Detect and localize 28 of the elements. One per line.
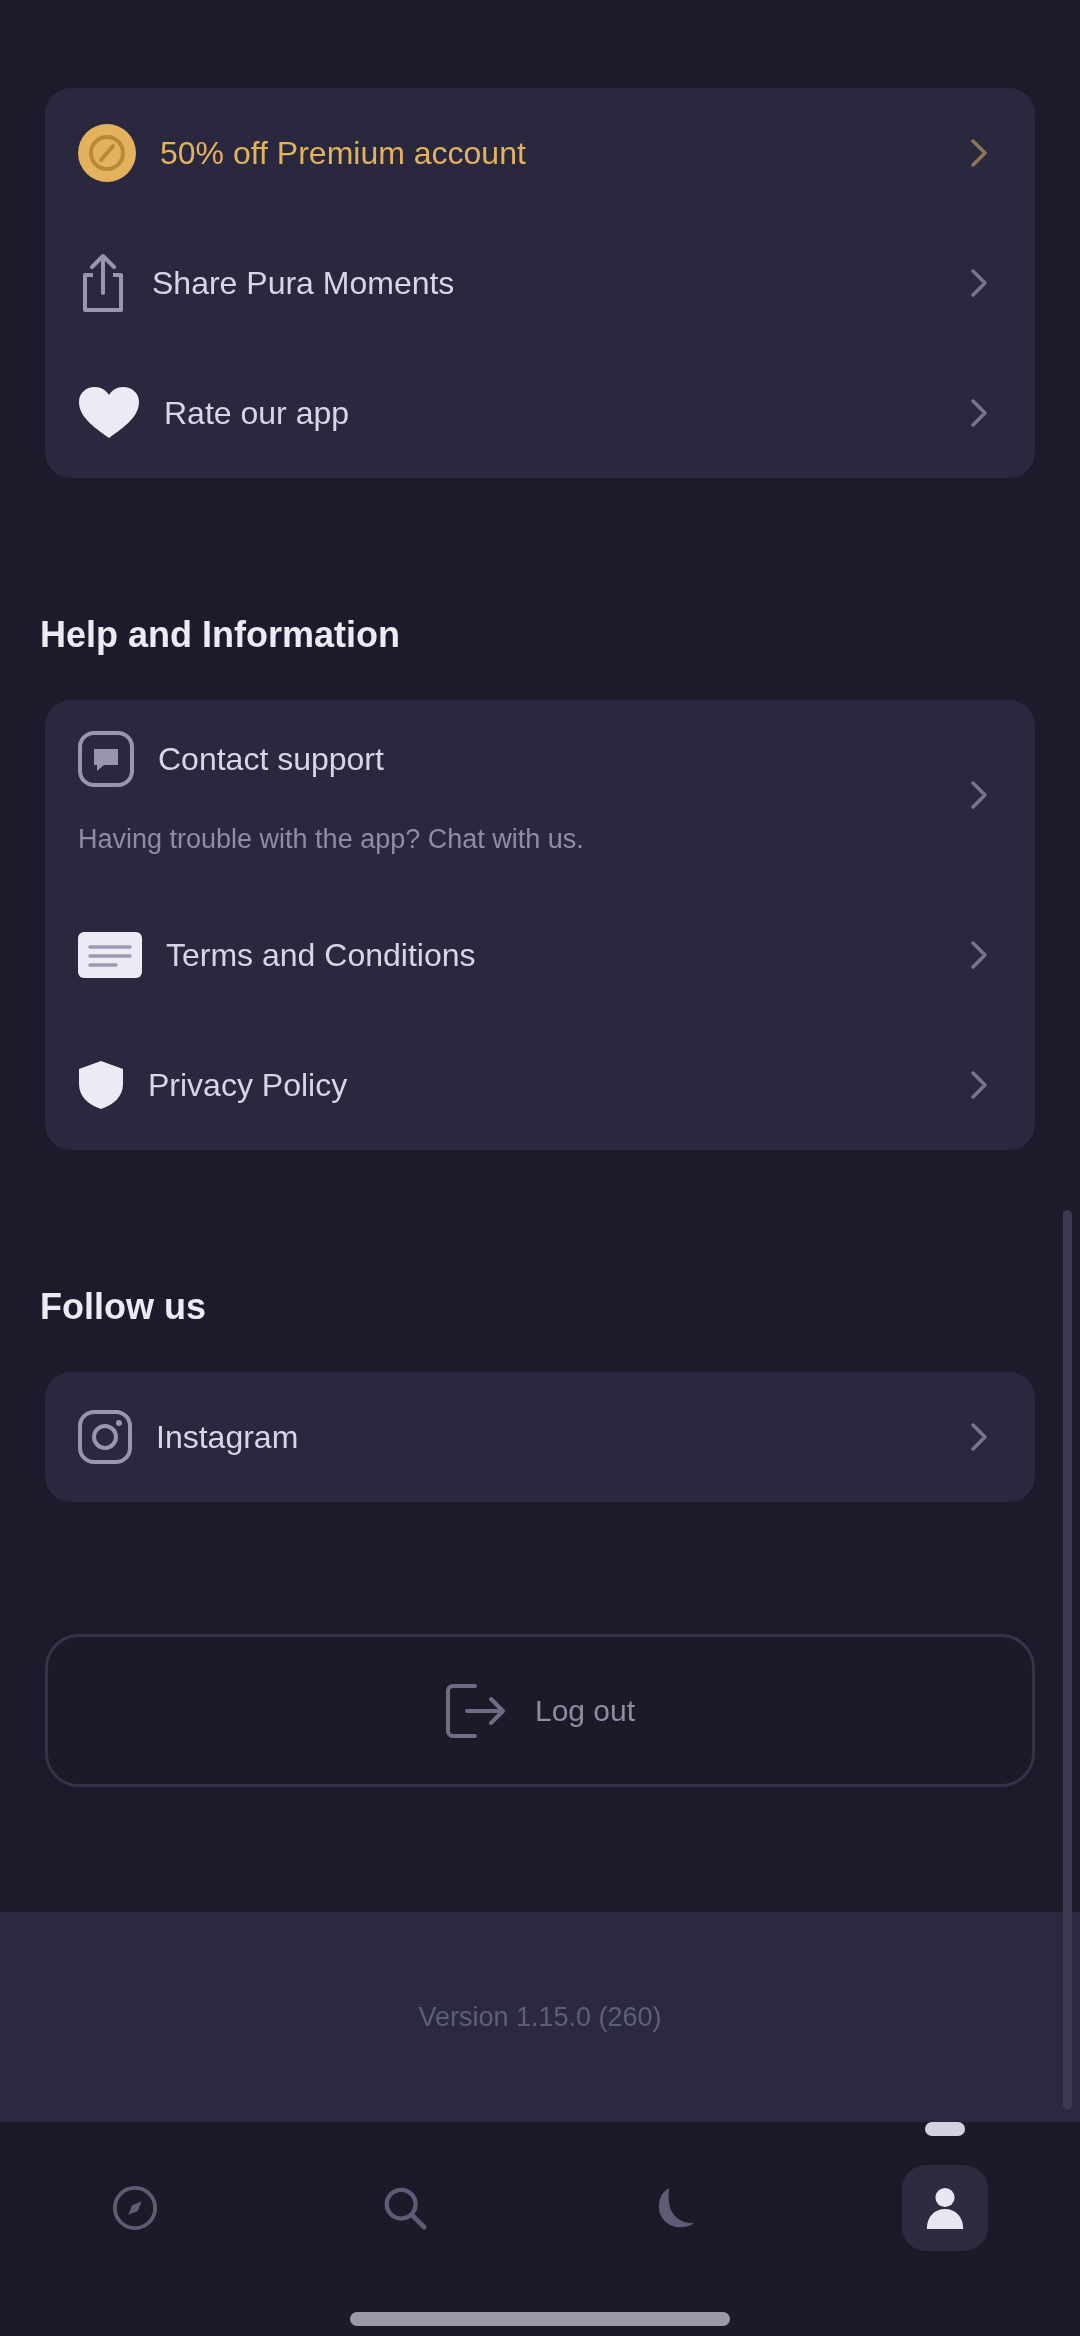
menu-row[interactable]: Instagram	[45, 1372, 1035, 1502]
nav-tab[interactable]	[902, 2165, 988, 2251]
logout-button[interactable]: Log out	[45, 1634, 1035, 1787]
chevron-right-icon	[971, 399, 987, 427]
menu-row[interactable]: Terms and Conditions	[45, 890, 1035, 1020]
coin-icon	[78, 124, 136, 182]
section-heading: Help and Information	[40, 613, 401, 657]
chevron-right-icon	[971, 139, 987, 167]
compass-icon	[112, 2185, 158, 2231]
menu-row[interactable]: Contact support Having trouble with the app? Chat with us.	[45, 700, 1035, 890]
menu-row[interactable]: 50% off Premium account	[45, 88, 1035, 218]
document-icon	[78, 932, 142, 978]
chat-icon	[78, 731, 134, 787]
chevron-right-icon	[971, 1071, 987, 1099]
version-text: Version 1.15.0 (260)	[418, 2000, 662, 2034]
camera-icon	[78, 1410, 132, 1464]
chevron-right-icon	[971, 1423, 987, 1451]
section-heading: Follow us	[40, 1285, 207, 1329]
heart-icon	[78, 386, 140, 440]
row-description: Having trouble with the app? Chat with us.	[78, 823, 585, 856]
search-icon	[382, 2185, 428, 2231]
menu-row[interactable]: Privacy Policy	[45, 1020, 1035, 1150]
chevron-right-icon	[971, 269, 987, 297]
shield-icon	[78, 1060, 124, 1110]
menu-row[interactable]: Share Pura Moments	[45, 218, 1035, 348]
menu-row[interactable]: Rate our app	[45, 348, 1035, 478]
chevron-right-icon	[971, 781, 987, 809]
chevron-right-icon	[971, 941, 987, 969]
